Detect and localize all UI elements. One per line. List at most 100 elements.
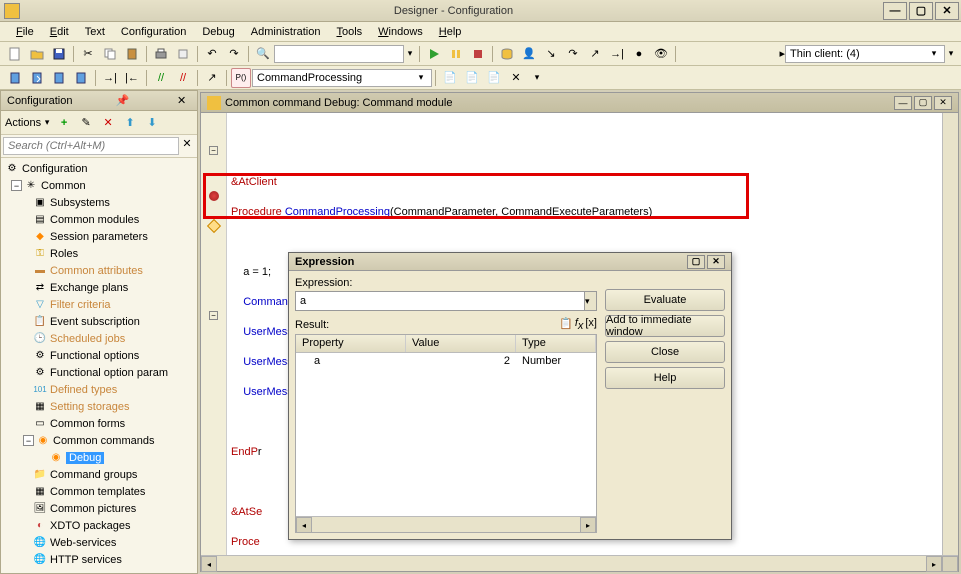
tree-exchange-plans[interactable]: ⇄Exchange plans [3,279,195,296]
find-dropdown-icon[interactable]: ▾ [404,48,416,59]
menu-windows[interactable]: Windows [370,24,431,40]
down-icon[interactable]: ⬇ [142,113,162,133]
comment-icon[interactable]: // [151,68,171,88]
horizontal-scrollbar[interactable]: ◂ ▸ [201,555,958,571]
toolbar-overflow-icon[interactable]: ▾ [945,48,957,59]
help-button[interactable]: Help [605,367,725,389]
col-value[interactable]: Value [406,335,516,352]
actions-dropdown-icon[interactable]: ▾ [41,117,53,128]
table-row[interactable]: a 2 Number [296,353,596,371]
close-button[interactable]: ✕ [934,96,952,110]
breakpoint-btn-icon[interactable]: ● [629,44,649,64]
copy2-icon[interactable] [173,44,193,64]
menu-file[interactable]: File [8,24,42,40]
undo-icon[interactable]: ↶ [202,44,222,64]
menu-configuration[interactable]: Configuration [113,24,194,40]
users-icon[interactable]: 👤 [519,44,539,64]
find-input[interactable] [274,45,404,63]
close-button[interactable]: ✕ [707,255,725,269]
indent-icon[interactable]: →| [100,68,120,88]
step-into-icon[interactable]: ↘ [541,44,561,64]
menu-edit[interactable]: Edit [42,24,77,40]
debug-pause-icon[interactable] [446,44,466,64]
vertical-scrollbar[interactable] [942,113,958,555]
watch-icon[interactable]: 👁 [651,44,671,64]
col-type[interactable]: Type [516,335,596,352]
delete-icon[interactable]: ✕ [98,113,118,133]
edit-icon[interactable]: ✎ [76,113,96,133]
minimize-button[interactable]: — [894,96,912,110]
maximize-button[interactable]: ▢ [909,2,933,20]
expression-titlebar[interactable]: Expression ▢ ✕ [289,253,731,271]
procedure-dropdown[interactable]: CommandProcessing ▾ [252,69,432,87]
evaluate-button[interactable]: Evaluate [605,289,725,311]
new-icon[interactable] [5,44,25,64]
tree-event-sub[interactable]: 📋Event subscription [3,313,195,330]
result-fx-icon[interactable]: fx [575,317,584,332]
open-icon[interactable] [27,44,47,64]
find-icon[interactable]: 🔍 [253,44,273,64]
chevron-down-icon[interactable]: ▾ [928,48,940,59]
col-property[interactable]: Property [296,335,406,352]
copy-icon[interactable] [100,44,120,64]
close-button[interactable]: ✕ [935,2,959,20]
search-input[interactable] [3,137,179,155]
tree-common-commands[interactable]: −◉Common commands [3,432,195,449]
maximize-button[interactable]: ▢ [687,255,705,269]
step-over-icon[interactable]: ↷ [563,44,583,64]
tree-subsystems[interactable]: ▣Subsystems [3,194,195,211]
tree-scheduled-jobs[interactable]: 🕒Scheduled jobs [3,330,195,347]
tree-root[interactable]: ⚙ Configuration [3,160,195,177]
bm-prev-icon[interactable] [49,68,69,88]
scroll-right-icon[interactable]: ▸ [580,517,596,533]
tree-debug[interactable]: ◉Debug [3,449,195,466]
tree-webservices[interactable]: 🌐Web-services [3,534,195,551]
debug-stop-icon[interactable] [468,44,488,64]
tree-common[interactable]: − ✳ Common [3,177,195,194]
template-edit-icon[interactable]: 📄 [484,68,504,88]
table-scrollbar[interactable]: ◂ ▸ [296,516,596,532]
maximize-button[interactable]: ▢ [914,96,932,110]
menu-tools[interactable]: Tools [328,24,370,40]
print-icon[interactable] [151,44,171,64]
scroll-left-icon[interactable]: ◂ [201,556,217,572]
step-out-icon[interactable]: ↗ [585,44,605,64]
menu-administration[interactable]: Administration [243,24,329,40]
run-to-icon[interactable]: →| [607,44,627,64]
menu-help[interactable]: Help [431,24,470,40]
result-x-icon[interactable]: [x] [585,317,597,332]
collapse-icon[interactable]: − [11,180,22,191]
outdent-icon[interactable]: |← [122,68,142,88]
tree-command-groups[interactable]: 📁Command groups [3,466,195,483]
fold-icon[interactable]: − [209,146,218,155]
goto-icon[interactable]: ↗ [202,68,222,88]
tree-common-templates[interactable]: ▦Common templates [3,483,195,500]
add-immediate-button[interactable]: Add to immediate window [605,315,725,337]
tree-common-pictures[interactable]: 🖼Common pictures [3,500,195,517]
bm-clear-icon[interactable] [71,68,91,88]
tree-common-modules[interactable]: ▤Common modules [3,211,195,228]
pin-icon[interactable]: 📌 [116,94,130,107]
chevron-down-icon[interactable]: ▾ [585,291,597,311]
bm-next-icon[interactable] [27,68,47,88]
tree-func-options[interactable]: ⚙Functional options [3,347,195,364]
redo-icon[interactable]: ↷ [224,44,244,64]
scroll-left-icon[interactable]: ◂ [296,517,312,533]
close-icon[interactable]: ✕ [177,94,191,108]
tree-common-forms[interactable]: ▭Common forms [3,415,195,432]
debug-start-icon[interactable] [424,44,444,64]
menu-debug[interactable]: Debug [194,24,242,40]
chevron-down-icon[interactable]: ▾ [415,72,427,83]
tree-setting-storages[interactable]: ▦Setting storages [3,398,195,415]
tree-xdto[interactable]: ◐XDTO packages [3,517,195,534]
tree-func-option-param[interactable]: ⚙Functional option param [3,364,195,381]
proc-icon[interactable]: P() [231,68,251,88]
cut-icon[interactable]: ✂ [78,44,98,64]
client-mode-dropdown[interactable]: Thin client: (4) ▾ [785,45,945,63]
tree-common-attrs[interactable]: ▬Common attributes [3,262,195,279]
tree-httpservices[interactable]: 🌐HTTP services [3,551,195,568]
toolbar2-overflow-icon[interactable]: ▾ [531,72,543,83]
db-icon[interactable] [497,44,517,64]
result-copy-icon[interactable]: 📋 [559,317,573,332]
template-del-icon[interactable]: 📄 [462,68,482,88]
